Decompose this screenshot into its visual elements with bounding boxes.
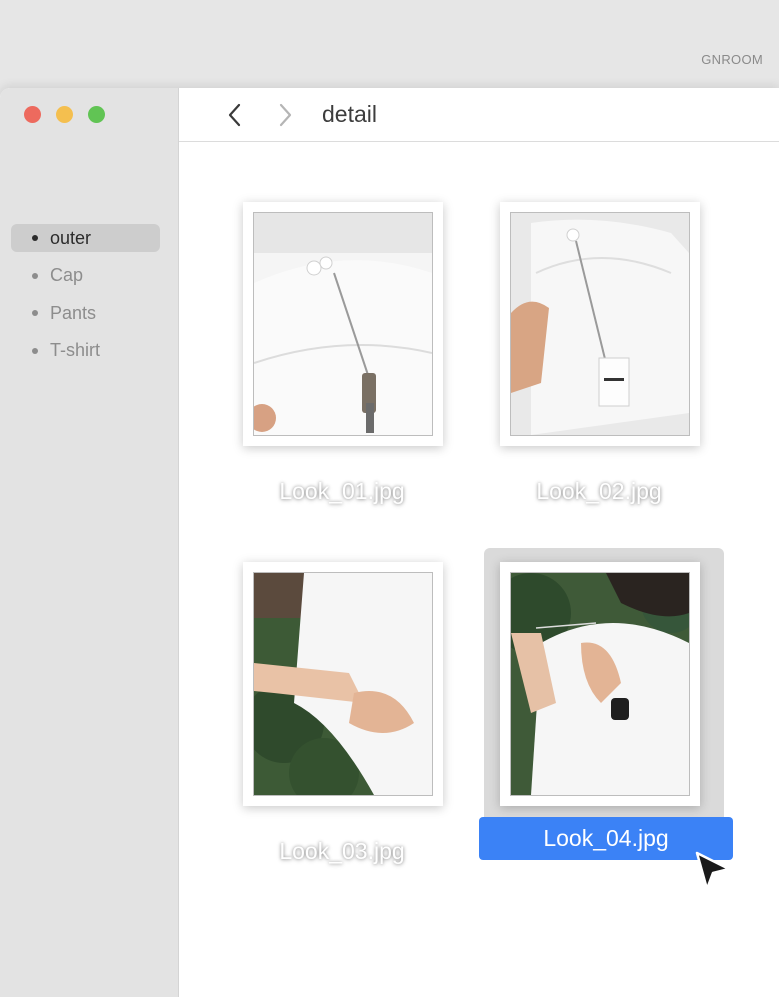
sidebar-item-label: Pants [50, 302, 97, 323]
file-name: Look_03.jpg [279, 838, 405, 864]
sidebar-list: outer Cap Pants T-shirt [11, 224, 160, 374]
bullet-icon [32, 347, 38, 354]
file-item-selected[interactable]: Look_04.jpg [479, 548, 733, 882]
toolbar: detail [179, 88, 779, 142]
bullet-icon [32, 310, 38, 316]
pointer-cursor-icon [695, 851, 731, 891]
jacket-photo-image [510, 212, 690, 436]
file-name: Look_01.jpg [279, 478, 405, 504]
chevron-left-icon[interactable] [225, 103, 245, 127]
sidebar-item-outer[interactable]: outer [11, 224, 160, 252]
sleeve-photo-image [253, 572, 433, 796]
bullet-icon [32, 235, 38, 241]
finder-window: outer Cap Pants T-shirt detail Look_01.j… [0, 88, 779, 997]
chevron-right-icon[interactable] [275, 103, 295, 127]
sidebar-item-cap[interactable]: Cap [11, 262, 160, 290]
sidebar-item-pants[interactable]: Pants [11, 299, 160, 327]
close-button[interactable] [24, 106, 41, 123]
sidebar-item-label: Cap [50, 265, 84, 285]
sidebar-item-label: outer [50, 227, 92, 248]
window-controls [24, 106, 105, 123]
bullet-icon [32, 272, 38, 279]
thumbnail [243, 562, 443, 806]
thumbnail [500, 562, 700, 806]
jacket-photo-image [253, 212, 433, 436]
window-title: detail [322, 101, 377, 127]
zoom-button[interactable] [88, 106, 105, 123]
sidebar: outer Cap Pants T-shirt [0, 88, 179, 997]
file-grid: Look_01.jpg Look_02.jpg Look_03.jpg Look… [179, 142, 779, 997]
model-photo-image [510, 572, 690, 796]
minimize-button[interactable] [56, 106, 73, 123]
thumbnail [500, 202, 700, 446]
file-name: Look_02.jpg [536, 478, 662, 504]
file-item[interactable]: Look_01.jpg [222, 202, 462, 522]
sidebar-item-label: T-shirt [50, 340, 101, 360]
file-item[interactable]: Look_02.jpg [479, 202, 719, 522]
thumbnail [243, 202, 443, 446]
file-item[interactable]: Look_03.jpg [222, 562, 462, 882]
brand-label: GNROOM [701, 52, 763, 67]
sidebar-item-tshirt[interactable]: T-shirt [11, 337, 160, 365]
